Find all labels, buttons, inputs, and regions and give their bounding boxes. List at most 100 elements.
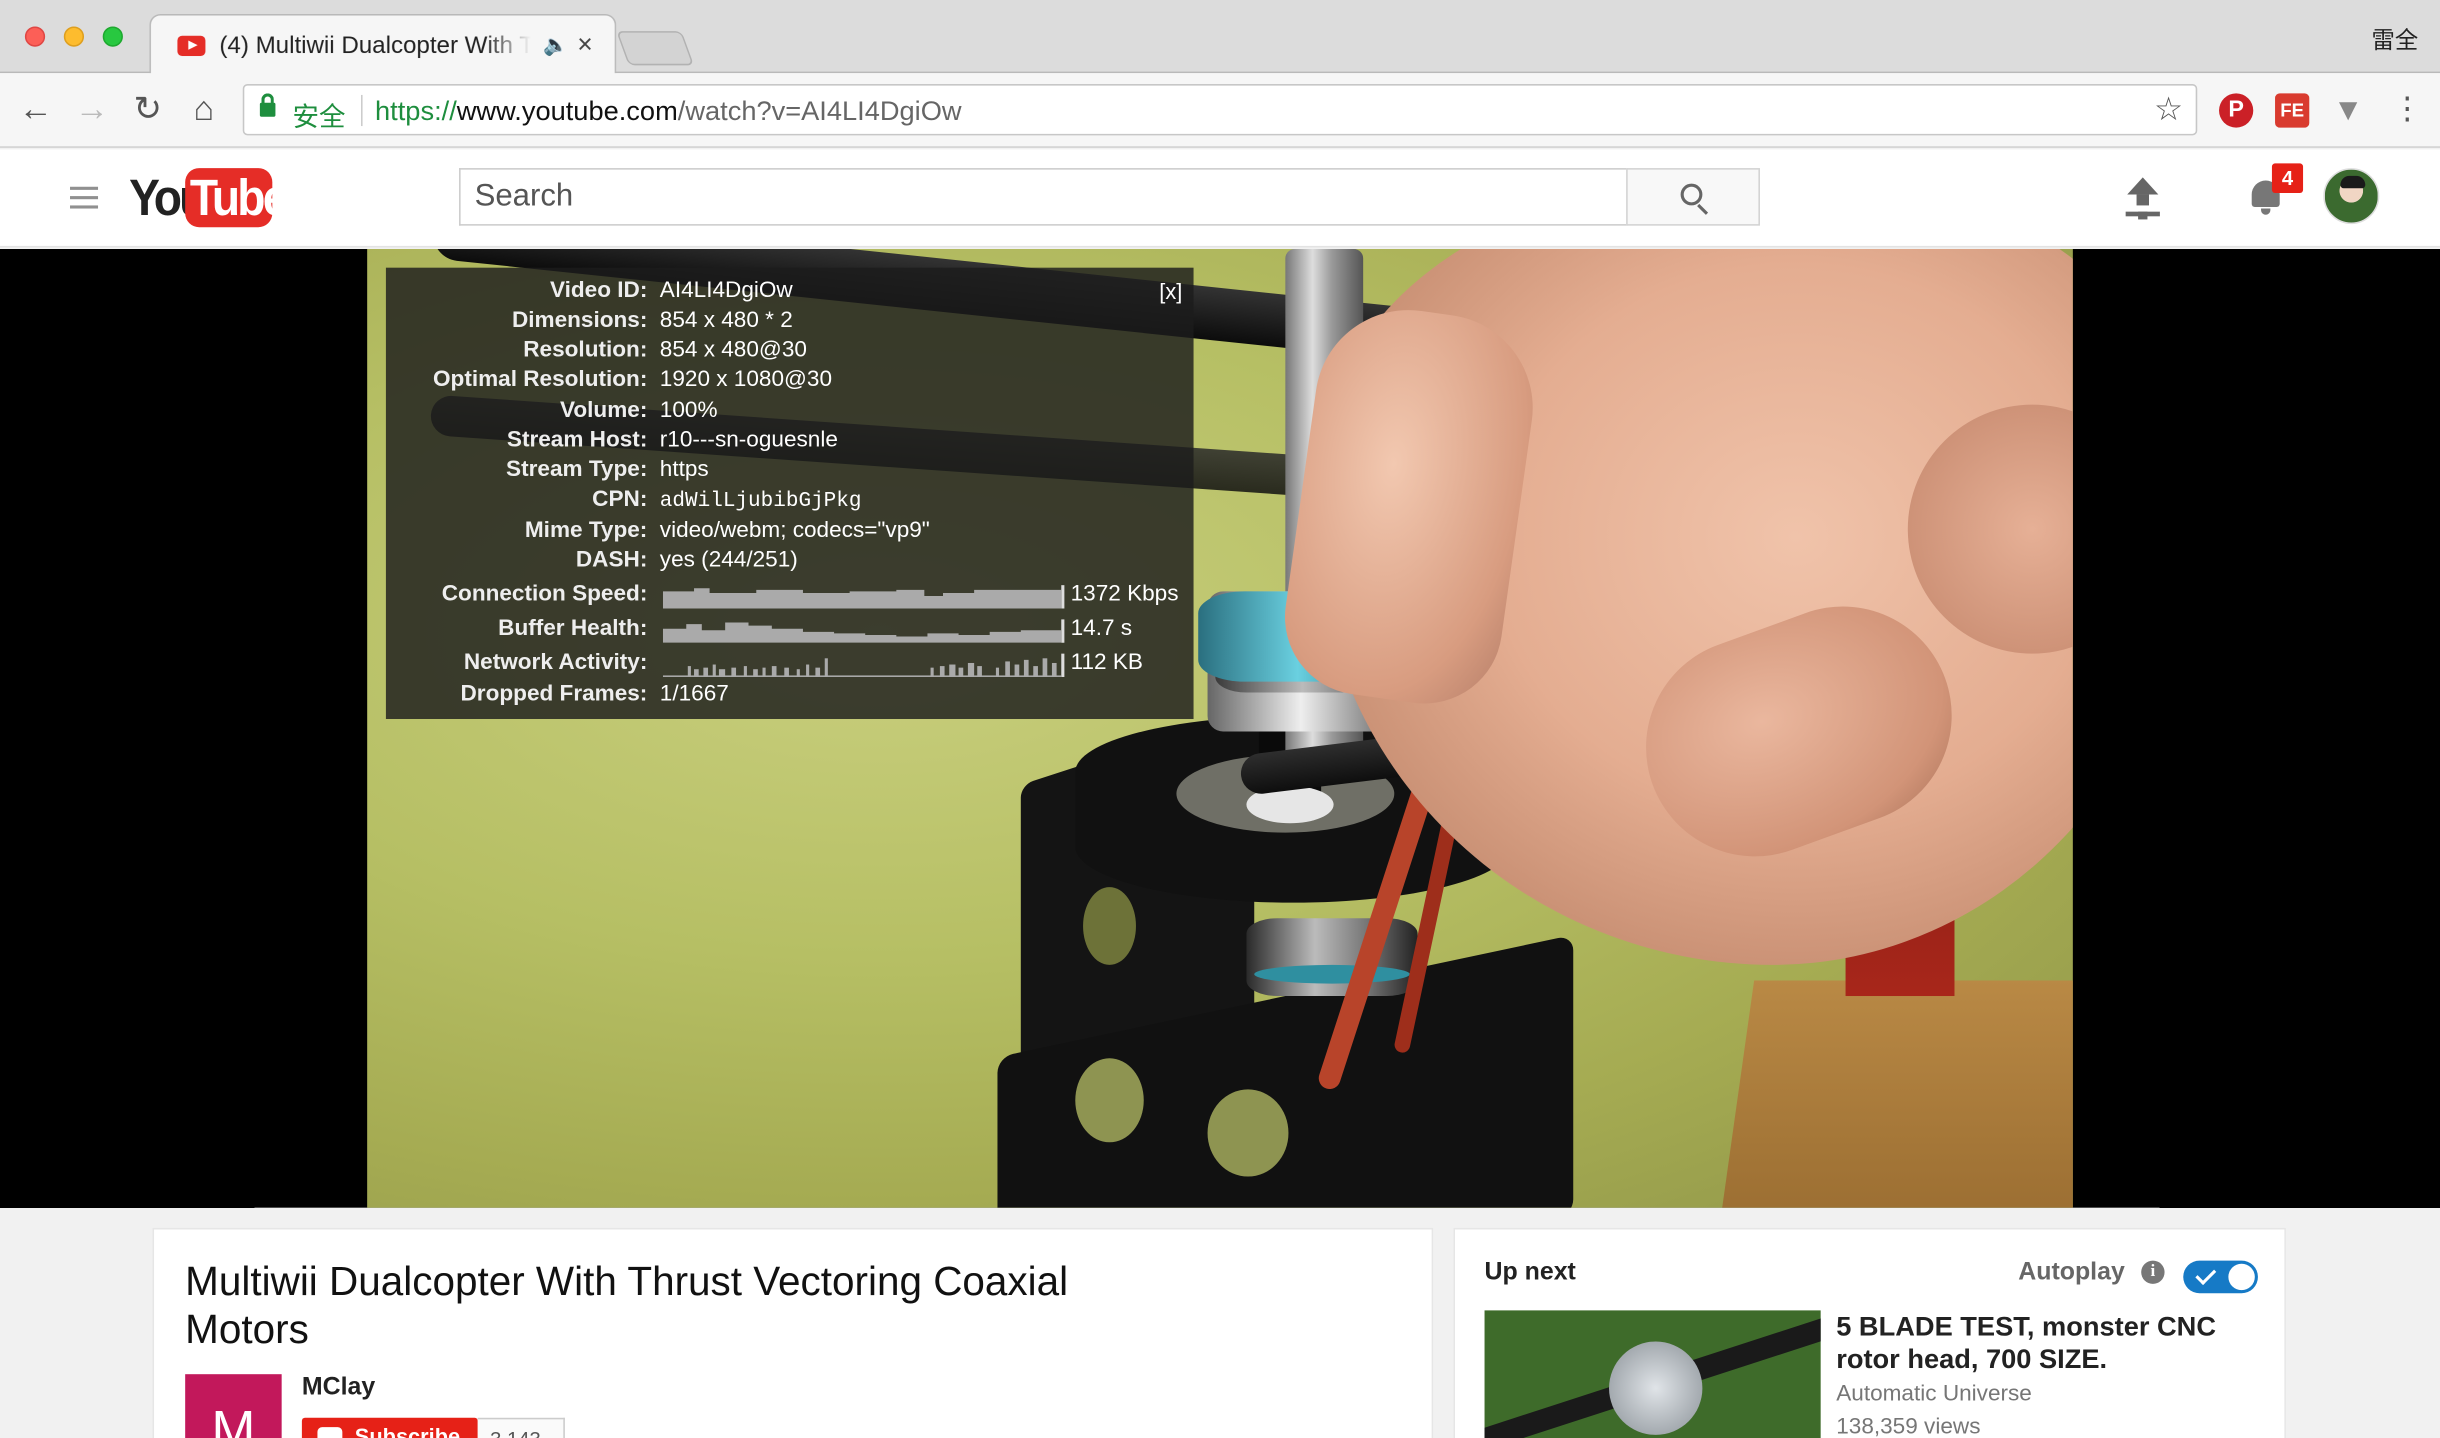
video-title: Multiwii Dualcopter With Thrust Vectorin… bbox=[185, 1257, 1069, 1353]
logo-tube-text: Tube bbox=[189, 168, 289, 226]
channel-name[interactable]: MClay bbox=[302, 1374, 375, 1402]
tab-close-icon[interactable]: × bbox=[577, 30, 592, 61]
stats-value: AI4LI4DgiOw bbox=[659, 278, 793, 304]
stats-row: DASH: yes (244/251) bbox=[386, 548, 1194, 578]
recommended-video-channel[interactable]: Automatic Universe bbox=[1836, 1382, 2032, 1407]
stats-key: Connection Speed: bbox=[441, 582, 648, 607]
up-next-heading: Up next bbox=[1484, 1259, 1576, 1286]
stats-value: 14.7 s bbox=[1070, 616, 1133, 642]
recommended-video-views: 138,359 views bbox=[1836, 1414, 1981, 1438]
back-arrow-icon[interactable]: ← bbox=[14, 87, 58, 131]
pinterest-extension-icon[interactable]: P bbox=[2219, 93, 2254, 128]
stats-for-nerds-panel: [x] Video ID: AI4LI4DgiOw Dimensions: 85… bbox=[385, 267, 1194, 720]
new-tab-button[interactable] bbox=[616, 31, 695, 66]
video-frame-hole bbox=[1207, 1089, 1289, 1177]
speaker-icon[interactable]: 🔈 bbox=[543, 33, 568, 58]
minimize-window-button[interactable] bbox=[63, 26, 85, 47]
forward-arrow-icon[interactable]: → bbox=[70, 87, 114, 131]
account-avatar[interactable] bbox=[2323, 168, 2380, 225]
search-button[interactable] bbox=[1626, 168, 1760, 226]
video-lower-motor-ring bbox=[1254, 964, 1410, 984]
autoplay-toggle[interactable] bbox=[2183, 1260, 2258, 1294]
stats-value: https bbox=[659, 457, 709, 483]
secure-label: 安全 bbox=[292, 102, 346, 133]
stats-row: Mime Type: video/webm; codecs="vp9" bbox=[386, 518, 1194, 548]
network-activity-graph bbox=[662, 653, 1065, 677]
stats-key: Stream Type: bbox=[506, 457, 648, 483]
close-window-button[interactable] bbox=[24, 26, 46, 47]
profile-name[interactable]: 雷全 bbox=[2372, 23, 2419, 56]
omnibox-divider bbox=[361, 94, 363, 127]
address-bar[interactable]: 安全 https://www.youtube.com/watch?v=AI4LI… bbox=[242, 84, 2198, 136]
browser-tab-active[interactable]: (4) Multiwii Dualcopter With Thrust Vect… bbox=[149, 14, 617, 75]
stats-key: Optimal Resolution: bbox=[432, 367, 648, 393]
fe-extension-icon[interactable]: FE bbox=[2275, 93, 2310, 128]
stats-row: Dimensions: 854 x 480 * 2 bbox=[386, 308, 1194, 338]
url-path: /watch?v=AI4LI4DgiOw bbox=[677, 94, 962, 127]
browser-toolbar: ← → ↻ ⌂ 安全 https://www.youtube.com/watch… bbox=[0, 73, 2440, 148]
bookmark-star-icon[interactable]: ☆ bbox=[2154, 90, 2183, 129]
home-icon[interactable]: ⌂ bbox=[182, 87, 226, 131]
stats-key: Resolution: bbox=[523, 337, 648, 363]
stats-key: CPN: bbox=[592, 487, 648, 513]
upload-icon-base bbox=[2125, 211, 2160, 217]
video-frame-hole bbox=[1083, 887, 1136, 965]
stats-graph-row: Buffer Health: 14.7 s bbox=[386, 616, 1194, 646]
search-input[interactable] bbox=[460, 169, 1628, 225]
stats-graph-row: Network Activity: 112 KB bbox=[386, 651, 1194, 681]
url-scheme: https:// bbox=[375, 94, 457, 127]
logo-tube-box: Tube bbox=[185, 168, 288, 228]
maximize-window-button[interactable] bbox=[102, 26, 123, 47]
stats-key: DASH: bbox=[575, 547, 648, 573]
youtube-favicon-icon bbox=[177, 35, 206, 57]
stats-row: Optimal Resolution: 1920 x 1080@30 bbox=[386, 367, 1194, 397]
tab-title: (4) Multiwii Dualcopter With Thrust Vect… bbox=[219, 32, 531, 60]
info-icon[interactable]: i bbox=[2141, 1260, 2165, 1284]
stats-value: 854 x 480 * 2 bbox=[659, 308, 793, 334]
browser-menu-icon[interactable]: ⋮ bbox=[2392, 89, 2423, 129]
video-player[interactable] bbox=[0, 249, 2440, 1208]
lock-icon bbox=[259, 93, 276, 117]
stats-row: CPN: adWilLjubibGjPkg bbox=[386, 487, 1194, 517]
browser-window: (4) Multiwii Dualcopter With Thrust Vect… bbox=[0, 0, 2440, 1438]
stats-key: Video ID: bbox=[549, 278, 648, 304]
stats-value: 854 x 480@30 bbox=[659, 337, 807, 363]
video-lower-motor bbox=[1246, 918, 1418, 997]
stats-row: Volume: 100% bbox=[386, 398, 1194, 428]
video-info-card: Multiwii Dualcopter With Thrust Vectorin… bbox=[152, 1227, 1434, 1438]
stats-key: Dropped Frames: bbox=[460, 681, 648, 707]
stats-row: Video ID: AI4LI4DgiOw bbox=[386, 279, 1194, 309]
up-next-sidebar: Up next Autoplay i 5 BLADE TEST, monster… bbox=[1453, 1227, 2286, 1438]
tab-strip: (4) Multiwii Dualcopter With Thrust Vect… bbox=[0, 0, 2440, 75]
stats-value: 1/1667 bbox=[659, 681, 729, 707]
buffer-health-graph bbox=[662, 619, 1065, 643]
stats-key: Network Activity: bbox=[463, 650, 648, 676]
connection-speed-graph bbox=[662, 585, 1065, 609]
stats-row: Dropped Frames: 1/1667 bbox=[386, 682, 1194, 712]
stats-value: 1372 Kbps bbox=[1070, 582, 1179, 607]
stats-key: Dimensions: bbox=[511, 308, 648, 334]
search-input-wrapper bbox=[459, 168, 1628, 226]
recommended-video-title[interactable]: 5 BLADE TEST, monster CNC rotor head, 70… bbox=[1836, 1310, 2256, 1375]
reload-icon[interactable]: ↻ bbox=[126, 87, 170, 131]
subscriber-count: 3,143 bbox=[477, 1417, 565, 1438]
subscribe-button[interactable]: Subscribe bbox=[301, 1417, 478, 1438]
stats-row: Stream Type: https bbox=[386, 458, 1194, 488]
channel-avatar[interactable]: M bbox=[185, 1374, 282, 1438]
guide-menu-icon[interactable] bbox=[70, 186, 99, 215]
url-text[interactable]: https://www.youtube.com/watch?v=AI4LI4Dg… bbox=[375, 95, 962, 128]
stats-value: 100% bbox=[659, 398, 718, 424]
stats-row: Resolution: 854 x 480@30 bbox=[386, 338, 1194, 368]
checkmark-icon bbox=[2195, 1264, 2217, 1286]
stats-value: adWilLjubibGjPkg bbox=[659, 490, 862, 514]
recommended-video-thumbnail[interactable] bbox=[1484, 1310, 1821, 1438]
url-host: www.youtube.com bbox=[456, 94, 678, 127]
youtube-masthead: You Tube bbox=[0, 149, 2440, 248]
notification-count-badge: 4 bbox=[2271, 163, 2304, 193]
stats-value: video/webm; codecs="vp9" bbox=[659, 518, 930, 544]
stats-value: 1920 x 1080@30 bbox=[659, 367, 833, 393]
v-extension-icon[interactable]: ▼ bbox=[2331, 93, 2365, 127]
autoplay-label: Autoplay bbox=[2018, 1259, 2125, 1286]
stats-key: Buffer Health: bbox=[498, 616, 648, 642]
stats-key: Volume: bbox=[560, 398, 648, 424]
